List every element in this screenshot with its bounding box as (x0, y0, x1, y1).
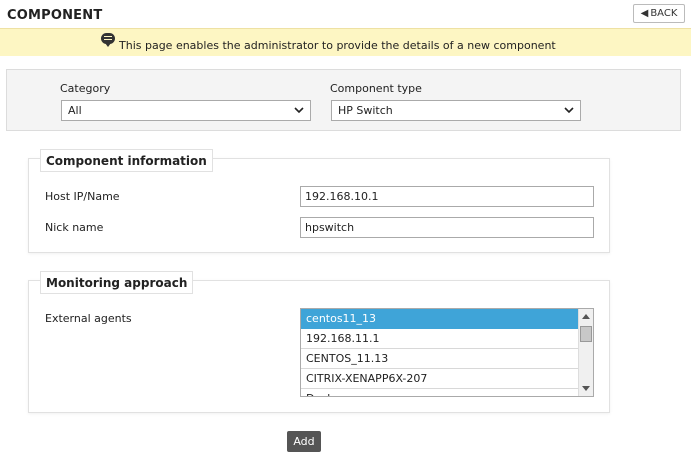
category-label: Category (60, 82, 111, 95)
host-input[interactable]: 192.168.10.1 (300, 186, 594, 207)
back-arrow-icon: ◀ (640, 8, 649, 19)
nick-label: Nick name (45, 221, 104, 234)
list-item[interactable]: CITRIX-XENAPP6X-207 (301, 369, 579, 389)
listbox-scrollbar[interactable] (578, 309, 593, 396)
agents-label: External agents (45, 312, 132, 325)
list-item[interactable]: centos11_13 (301, 309, 579, 329)
info-message: This page enables the administrator to p… (119, 39, 556, 52)
page-header: COMPONENT ◀ BACK (0, 0, 691, 28)
category-select[interactable]: All (61, 100, 311, 121)
nick-input[interactable]: hpswitch (300, 217, 594, 238)
info-banner: This page enables the administrator to p… (0, 28, 691, 56)
back-label: BACK (650, 8, 678, 19)
list-item[interactable]: 192.168.11.1 (301, 329, 579, 349)
category-value: All (68, 104, 82, 117)
list-item[interactable]: CENTOS_11.13 (301, 349, 579, 369)
scroll-up-icon[interactable] (582, 314, 590, 319)
page-title: COMPONENT (7, 8, 103, 23)
component-info-legend: Component information (40, 149, 213, 172)
list-item[interactable]: Docker_... (301, 389, 579, 396)
component-type-value: HP Switch (338, 104, 393, 117)
scroll-thumb[interactable] (580, 326, 592, 342)
monitoring-legend: Monitoring approach (40, 271, 194, 294)
agents-listbox[interactable]: centos11_13 192.168.11.1 CENTOS_11.13 CI… (300, 308, 594, 397)
chevron-down-icon (564, 107, 574, 114)
component-type-label: Component type (330, 82, 422, 95)
scroll-down-icon[interactable] (582, 386, 590, 391)
component-type-select[interactable]: HP Switch (331, 100, 581, 121)
chevron-down-icon (294, 107, 304, 114)
speech-bubble-icon (101, 33, 115, 47)
back-button[interactable]: ◀ BACK (633, 4, 685, 23)
filter-panel: Category All Component type HP Switch (6, 69, 681, 131)
host-label: Host IP/Name (45, 190, 120, 203)
add-button[interactable]: Add (287, 431, 321, 452)
